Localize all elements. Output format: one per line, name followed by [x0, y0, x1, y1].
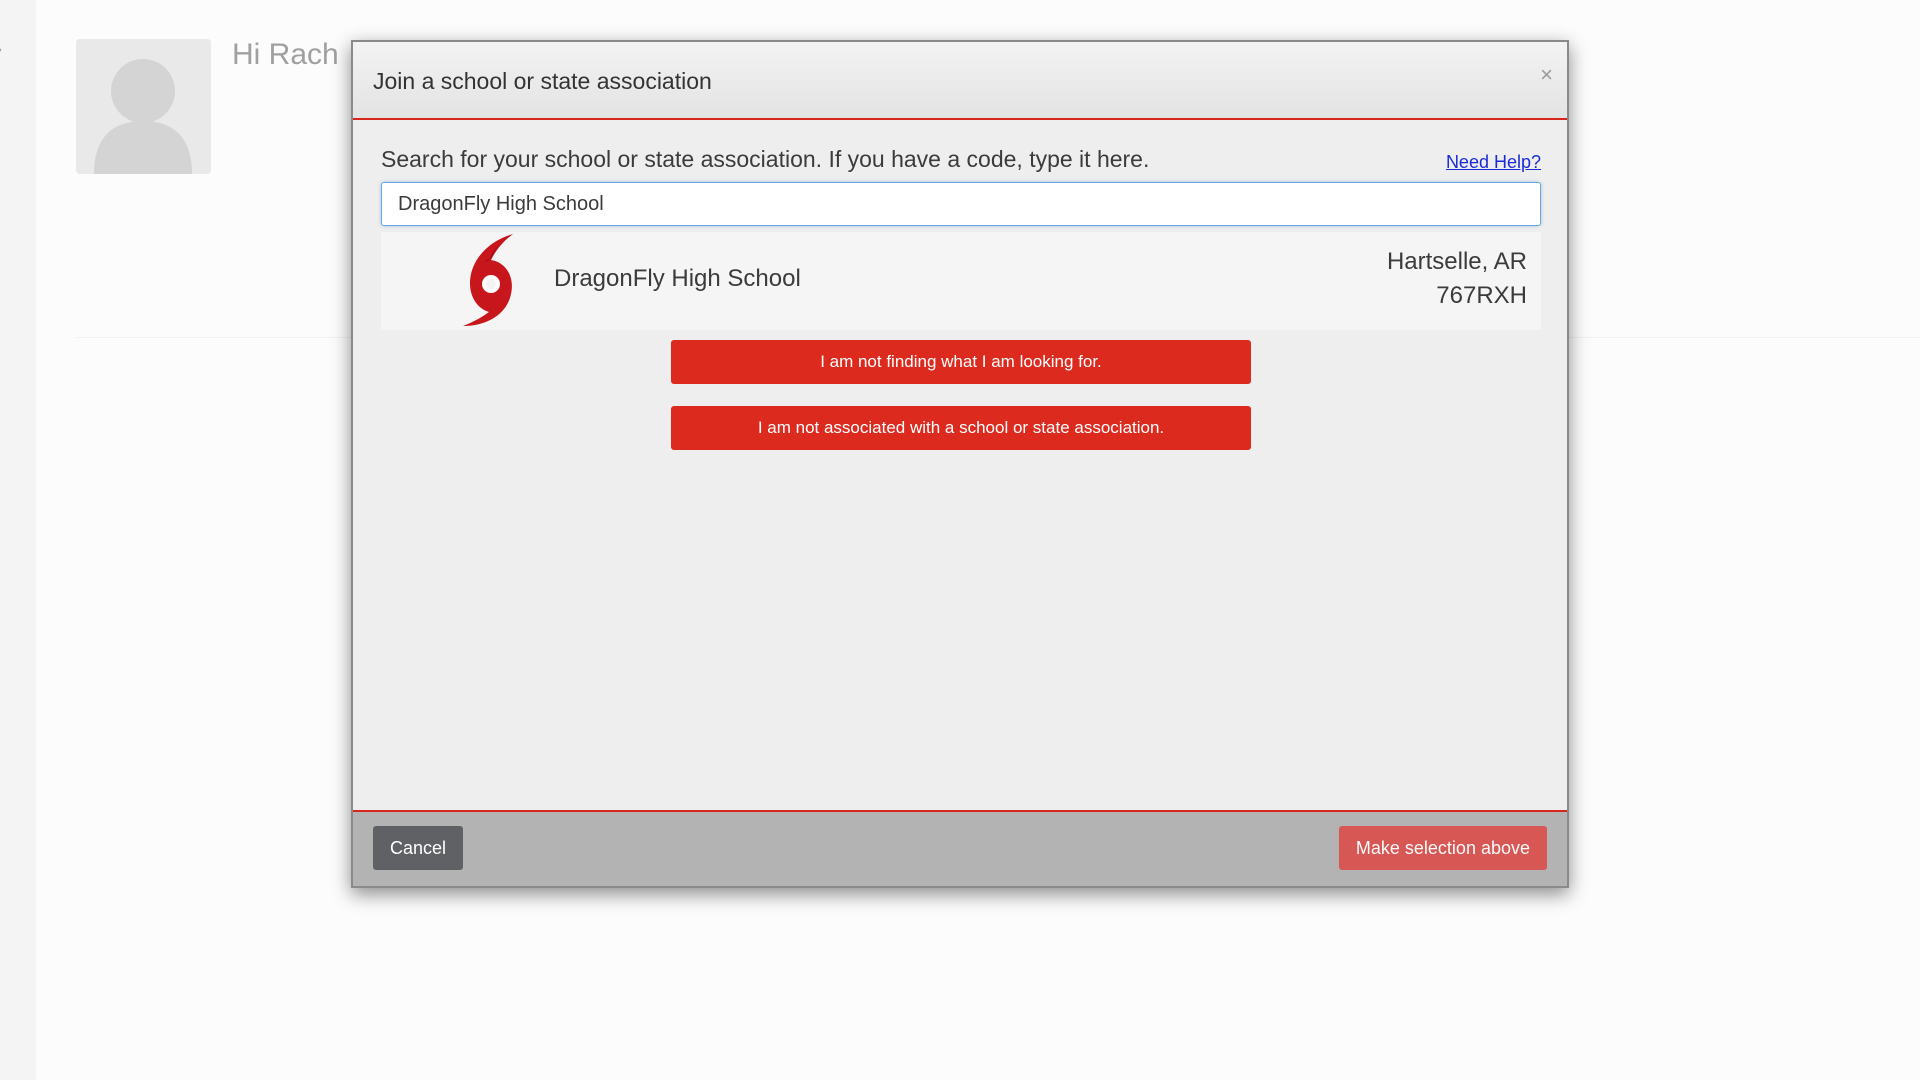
result-code: 767RXH: [1436, 282, 1527, 309]
search-result-item[interactable]: DragonFly High School Hartselle, AR 767R…: [381, 232, 1541, 330]
user-placeholder-icon: [76, 39, 211, 174]
result-school-name: DragonFly High School: [554, 265, 801, 292]
make-selection-button[interactable]: Make selection above: [1338, 826, 1547, 870]
modal-header: Join a school or state association ×: [353, 42, 1567, 120]
need-help-link[interactable]: Need Help?: [1446, 152, 1541, 173]
left-sidebar-strip: ›: [0, 0, 36, 1080]
not-finding-button[interactable]: I am not finding what I am looking for.: [671, 340, 1251, 384]
hurricane-logo-icon: [463, 234, 513, 326]
not-associated-button[interactable]: I am not associated with a school or sta…: [671, 406, 1251, 450]
result-location: Hartselle, AR: [1386, 248, 1527, 275]
greeting-text: Hi Rach: [232, 38, 339, 71]
school-search-input[interactable]: [381, 182, 1541, 226]
modal-title: Join a school or state association: [373, 68, 712, 94]
search-instructions: Search for your school or state associat…: [381, 146, 1150, 172]
avatar: [76, 39, 211, 174]
close-icon[interactable]: ×: [1540, 64, 1553, 86]
chevron-icon[interactable]: ›: [0, 40, 14, 58]
join-school-modal: Join a school or state association × Sea…: [351, 40, 1569, 888]
cancel-button[interactable]: Cancel: [373, 826, 464, 870]
modal-footer: Cancel Make selection above: [353, 810, 1567, 886]
